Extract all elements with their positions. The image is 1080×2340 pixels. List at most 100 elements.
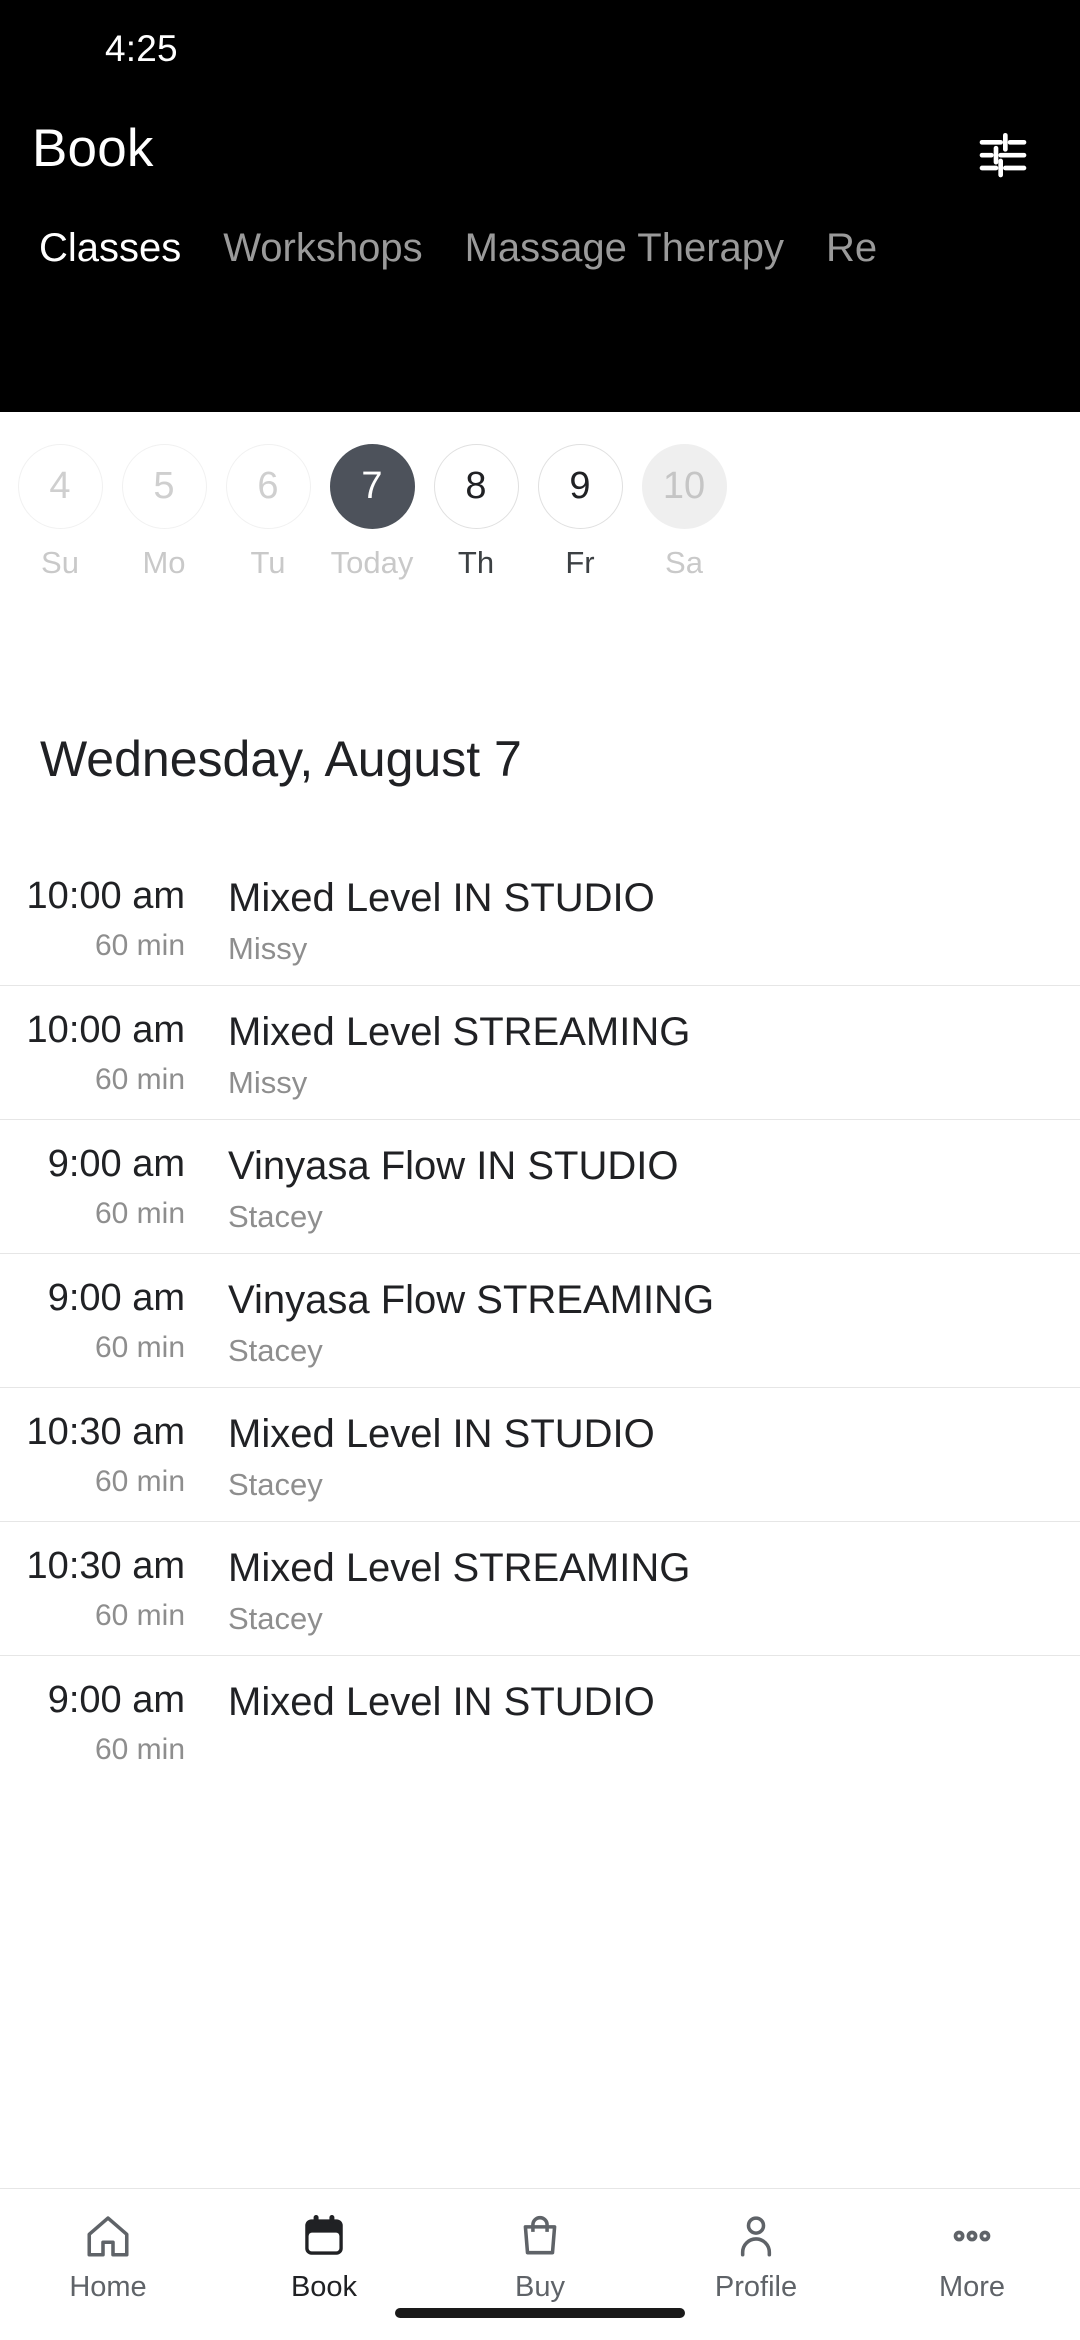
class-title: Mixed Level STREAMING xyxy=(228,1010,691,1054)
gesture-home-indicator[interactable] xyxy=(395,2308,685,2318)
date-chip-9-label: Fr xyxy=(565,545,595,580)
person-icon xyxy=(731,2209,781,2263)
filter-button[interactable] xyxy=(964,120,1042,192)
date-chip-6-label: Tu xyxy=(250,545,286,580)
date-chip-5[interactable]: 5 Mo xyxy=(112,412,216,581)
class-title: Vinyasa Flow STREAMING xyxy=(228,1278,715,1322)
class-instructor: Missy xyxy=(228,931,308,966)
date-chip-10-label: Sa xyxy=(665,545,703,580)
nav-item-buy-label: Buy xyxy=(515,2271,565,2303)
date-chip-6[interactable]: 6 Tu xyxy=(216,412,320,581)
class-title: Mixed Level IN STUDIO xyxy=(228,876,655,920)
category-tabs[interactable]: Classes Workshops Massage Therapy Re xyxy=(0,208,1080,412)
class-time-block: 10:30 am 60 min xyxy=(0,1388,185,1500)
nav-item-profile-label: Profile xyxy=(714,2271,798,2303)
dots-icon xyxy=(947,2209,997,2263)
date-strip[interactable]: 4 Su 5 Mo 6 Tu 7 Today 8 Th 9 Fr 10 Sa xyxy=(0,412,1080,640)
home-icon xyxy=(83,2209,133,2263)
tune-filter-icon xyxy=(975,126,1031,187)
date-chip-7-today-selected[interactable]: 7 Today xyxy=(320,412,424,581)
class-list-item[interactable]: 10:00 am 60 min Mixed Level IN STUDIO Mi… xyxy=(0,852,1080,986)
class-duration: 60 min xyxy=(94,1331,185,1364)
date-strip-track: 4 Su 5 Mo 6 Tu 7 Today 8 Th 9 Fr 10 Sa xyxy=(0,412,1080,581)
date-chip-4[interactable]: 4 Su xyxy=(8,412,112,581)
class-list-item[interactable]: 9:00 am 60 min Mixed Level IN STUDIO xyxy=(0,1656,1080,1790)
class-time-block: 9:00 am 60 min xyxy=(0,1254,185,1366)
class-time: 9:00 am xyxy=(47,1277,185,1319)
class-time-block: 10:00 am 60 min xyxy=(0,986,185,1098)
class-title: Mixed Level IN STUDIO xyxy=(228,1680,655,1724)
class-info-block: Mixed Level IN STUDIO Missy xyxy=(228,852,1050,968)
class-time-block: 9:00 am 60 min xyxy=(0,1120,185,1232)
nav-item-home-label: Home xyxy=(69,2271,147,2303)
class-list-item[interactable]: 10:30 am 60 min Mixed Level IN STUDIO St… xyxy=(0,1388,1080,1522)
class-time: 9:00 am xyxy=(47,1679,185,1721)
nav-item-more-label: More xyxy=(938,2271,1006,2303)
class-time-block: 10:30 am 60 min xyxy=(0,1522,185,1634)
app-bar: Book xyxy=(0,100,1080,208)
date-chip-5-circle: 5 xyxy=(121,444,207,529)
class-list-item[interactable]: 9:00 am 60 min Vinyasa Flow STREAMING St… xyxy=(0,1254,1080,1388)
date-chip-6-circle: 6 xyxy=(225,444,311,529)
date-chip-4-label: Su xyxy=(41,545,79,580)
class-time-block: 9:00 am 60 min xyxy=(0,1656,185,1768)
class-instructor: Stacey xyxy=(228,1199,323,1234)
class-title: Mixed Level IN STUDIO xyxy=(228,1412,655,1456)
nav-item-book-label: Book xyxy=(290,2271,358,2303)
date-chip-8-circle: 8 xyxy=(433,444,519,529)
class-duration: 60 min xyxy=(94,1599,185,1632)
nav-item-more[interactable]: More xyxy=(864,2189,1080,2340)
class-info-block: Mixed Level IN STUDIO xyxy=(228,1656,1050,1734)
date-chip-7-circle: 7 xyxy=(329,444,415,529)
class-instructor: Stacey xyxy=(228,1467,323,1502)
category-tabs-track: Classes Workshops Massage Therapy Re xyxy=(18,208,898,412)
class-list-item[interactable]: 10:00 am 60 min Mixed Level STREAMING Mi… xyxy=(0,986,1080,1120)
tab-massage-therapy[interactable]: Massage Therapy xyxy=(444,220,805,276)
status-bar-clock: 4:25 xyxy=(105,28,178,69)
date-chip-9[interactable]: 9 Fr xyxy=(528,412,632,581)
calendar-icon xyxy=(299,2209,349,2263)
class-list-item[interactable]: 10:30 am 60 min Mixed Level STREAMING St… xyxy=(0,1522,1080,1656)
class-time: 9:00 am xyxy=(47,1143,185,1185)
date-chip-10[interactable]: 10 Sa xyxy=(632,412,736,581)
class-duration: 60 min xyxy=(94,1197,185,1230)
tab-classes[interactable]: Classes xyxy=(18,220,202,276)
date-chip-8-label: Th xyxy=(457,545,495,580)
date-chip-7-label: Today xyxy=(330,545,414,580)
class-list-item[interactable]: 9:00 am 60 min Vinyasa Flow IN STUDIO St… xyxy=(0,1120,1080,1254)
app-screen: 4:25 Book Classes Workshops Massage Ther… xyxy=(0,0,1080,2340)
class-info-block: Mixed Level STREAMING Missy xyxy=(228,986,1050,1102)
tab-retreats[interactable]: Re xyxy=(805,220,898,276)
date-chip-9-circle: 9 xyxy=(537,444,623,529)
class-duration: 60 min xyxy=(94,1465,185,1498)
class-list[interactable]: 10:00 am 60 min Mixed Level IN STUDIO Mi… xyxy=(0,852,1080,2190)
page-title: Book xyxy=(32,119,154,178)
nav-item-home[interactable]: Home xyxy=(0,2189,216,2340)
class-time: 10:30 am xyxy=(26,1411,185,1453)
class-time: 10:30 am xyxy=(26,1545,185,1587)
date-chip-5-label: Mo xyxy=(142,545,186,580)
selected-date-heading: Wednesday, August 7 xyxy=(40,731,522,787)
class-title: Vinyasa Flow IN STUDIO xyxy=(228,1144,679,1188)
date-chip-10-circle: 10 xyxy=(641,444,727,529)
bag-icon xyxy=(515,2209,565,2263)
class-info-block: Vinyasa Flow IN STUDIO Stacey xyxy=(228,1120,1050,1236)
class-duration: 60 min xyxy=(94,1733,185,1766)
tab-workshops[interactable]: Workshops xyxy=(202,220,443,276)
class-time-block: 10:00 am 60 min xyxy=(0,852,185,964)
class-title: Mixed Level STREAMING xyxy=(228,1546,691,1590)
app-header: 4:25 Book Classes Workshops Massage Ther… xyxy=(0,0,1080,412)
status-bar: 4:25 xyxy=(0,0,1080,100)
date-chip-4-circle: 4 xyxy=(17,444,103,529)
class-info-block: Mixed Level STREAMING Stacey xyxy=(228,1522,1050,1638)
class-instructor: Missy xyxy=(228,1065,308,1100)
class-info-block: Mixed Level IN STUDIO Stacey xyxy=(228,1388,1050,1504)
date-chip-8[interactable]: 8 Th xyxy=(424,412,528,581)
class-duration: 60 min xyxy=(94,1063,185,1096)
class-info-block: Vinyasa Flow STREAMING Stacey xyxy=(228,1254,1050,1370)
class-time: 10:00 am xyxy=(26,875,185,917)
class-instructor: Stacey xyxy=(228,1333,323,1368)
class-time: 10:00 am xyxy=(26,1009,185,1051)
class-duration: 60 min xyxy=(94,929,185,962)
class-instructor: Stacey xyxy=(228,1601,323,1636)
